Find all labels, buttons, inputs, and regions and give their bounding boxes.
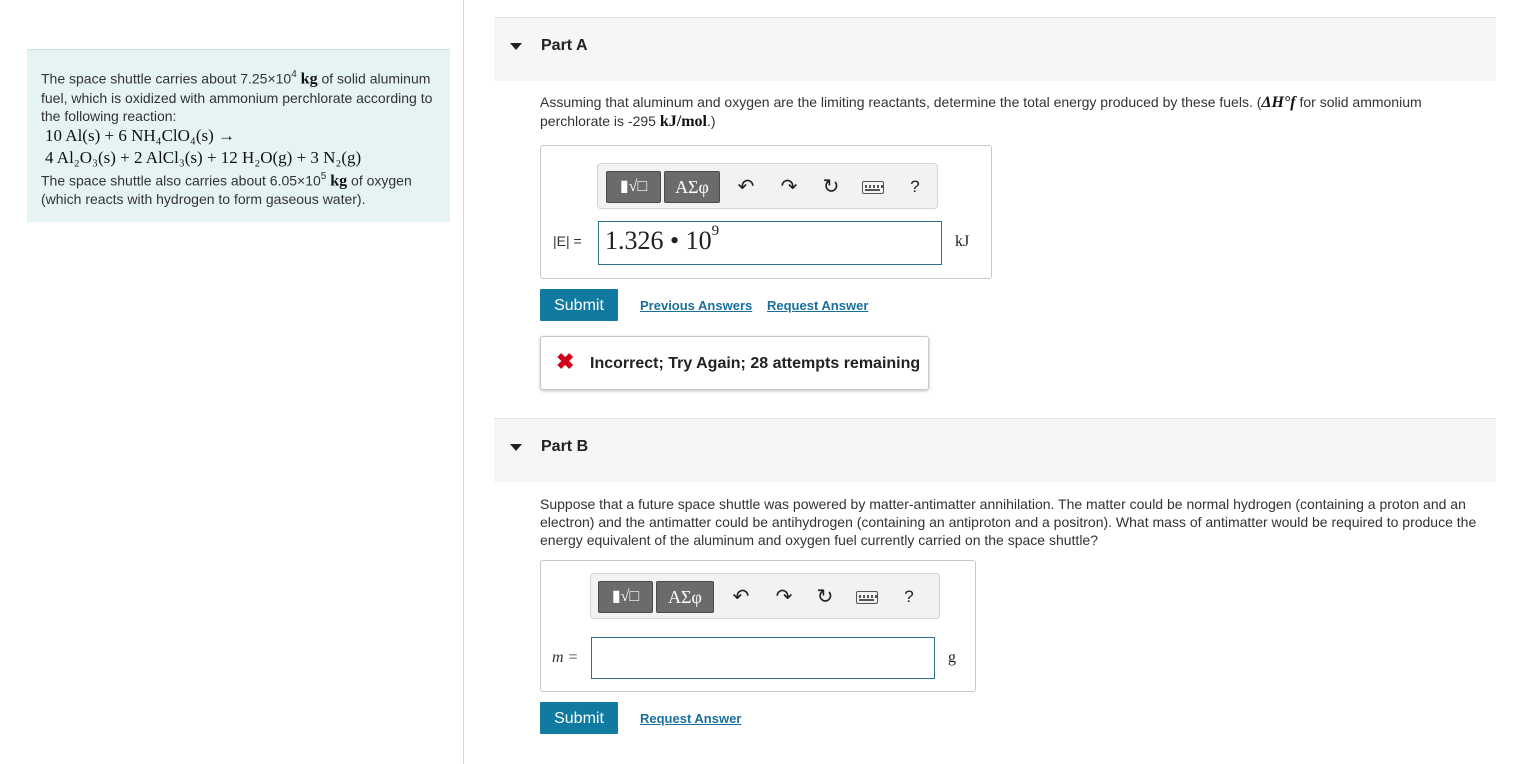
part-b-title: Part B: [541, 438, 589, 455]
part-b-header[interactable]: Part B: [494, 418, 1496, 482]
math-toolbar: ▮√□ ΑΣφ ↶ ↷ ↻ ?: [597, 163, 938, 209]
part-a-answer-box: ▮√□ ΑΣφ ↶ ↷ ↻ ? |E| = 1.326 • 109 kJ: [540, 145, 992, 279]
energy-answer-exponent: 9: [711, 223, 720, 240]
mass-unit: g: [948, 649, 956, 666]
help-button[interactable]: ?: [902, 174, 928, 200]
part-a-title: Part A: [541, 37, 588, 54]
problem-statement-panel: The space shuttle carries about 7.25×104…: [27, 49, 450, 222]
templates-button[interactable]: ▮√□: [606, 171, 661, 203]
aluminum-fuel-text: The space shuttle carries about 7.25×104…: [41, 69, 433, 124]
undo-icon[interactable]: ↶: [733, 174, 759, 200]
templates-button[interactable]: ▮√□: [598, 581, 653, 613]
energy-answer-value: 1.326 • 10: [605, 226, 712, 255]
symbols-button[interactable]: ΑΣφ: [664, 171, 720, 203]
reset-icon[interactable]: ↻: [812, 584, 838, 610]
feedback-message: ✖ Incorrect; Try Again; 28 attempts rema…: [540, 336, 929, 390]
keyboard-icon[interactable]: [856, 591, 878, 604]
part-b-answer-box: ▮√□ ΑΣφ ↶ ↷ ↻ ? m = g: [540, 560, 976, 692]
part-a-header[interactable]: Part A: [494, 17, 1496, 81]
mass-label: m =: [552, 649, 579, 666]
part-b-question: Suppose that a future space shuttle was …: [540, 496, 1477, 548]
part-a-request-answer-link[interactable]: Request Answer: [767, 298, 868, 313]
help-button[interactable]: ?: [896, 584, 922, 610]
collapse-caret-icon[interactable]: [510, 43, 522, 50]
undo-icon[interactable]: ↶: [728, 584, 754, 610]
math-toolbar: ▮√□ ΑΣφ ↶ ↷ ↻ ?: [590, 573, 940, 619]
column-divider: [463, 0, 464, 764]
oxygen-fuel-text: The space shuttle also carries about 6.0…: [41, 170, 412, 208]
feedback-text: Incorrect; Try Again; 28 attempts remain…: [590, 355, 921, 372]
energy-label: |E| =: [553, 233, 582, 249]
redo-icon[interactable]: ↷: [771, 584, 797, 610]
part-a-submit-button[interactable]: Submit: [540, 289, 618, 321]
part-a-question: Assuming that aluminum and oxygen are th…: [540, 94, 1422, 130]
previous-answers-link[interactable]: Previous Answers: [640, 298, 752, 313]
reaction-equation-line2: 4 Al₂O₃(s) + 2 AlCl₃(s) + 12 H₂O(g) + 3 …: [45, 147, 362, 167]
part-b-request-answer-link[interactable]: Request Answer: [640, 711, 741, 726]
reaction-equation-line1: 10 Al(s) + 6 NH₄ClO₄(s) →: [45, 125, 236, 145]
symbols-button[interactable]: ΑΣφ: [656, 581, 714, 613]
part-b-submit-button[interactable]: Submit: [540, 702, 618, 734]
mass-answer-input[interactable]: [591, 637, 935, 679]
reset-icon[interactable]: ↻: [818, 174, 844, 200]
redo-icon[interactable]: ↷: [776, 174, 802, 200]
incorrect-x-icon: ✖: [556, 349, 575, 374]
keyboard-icon[interactable]: [862, 181, 884, 194]
collapse-caret-icon[interactable]: [510, 444, 522, 451]
energy-answer-input[interactable]: 1.326 • 109: [598, 221, 942, 265]
energy-unit: kJ: [955, 233, 970, 250]
